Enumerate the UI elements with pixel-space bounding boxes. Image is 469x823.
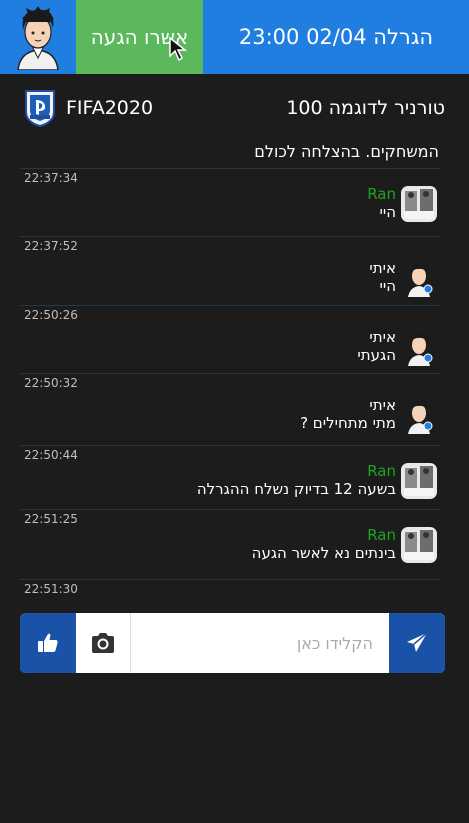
message-text: הגעתי xyxy=(357,346,396,364)
chat-message: 22:37:52 איתי היי xyxy=(20,236,440,305)
message-time: 22:51:25 xyxy=(24,512,78,526)
tournament-header: FIFA2020 טורניר לדוגמה 100 xyxy=(0,86,469,130)
tournament-title: טורניר לדוגמה 100 xyxy=(286,97,445,119)
mouse-cursor-icon xyxy=(169,36,188,62)
message-time: 22:37:52 xyxy=(24,239,78,253)
message-composer xyxy=(20,613,445,673)
message-time: 22:50:26 xyxy=(24,308,78,322)
top-bar: אשרו הגעה הגרלה 02/04 23:00 xyxy=(0,0,469,74)
message-text: היי xyxy=(379,277,396,295)
admin-avatar xyxy=(401,186,437,222)
confirm-arrival-button[interactable]: אשרו הגעה xyxy=(76,0,203,74)
chat-message: 22:51:25 Ran בינתים נא לאשר הגעה xyxy=(20,509,440,579)
message-time: 22:51:30 xyxy=(24,582,78,596)
draw-info-label: הגרלה 02/04 23:00 xyxy=(238,25,434,49)
chat-message: 22:50:26 איתי הגעתי xyxy=(20,305,440,373)
message-time: 22:50:32 xyxy=(24,376,78,390)
user-avatar-small xyxy=(408,332,433,366)
message-text: בינתים נא לאשר הגעה xyxy=(251,544,396,562)
message-author: איתי xyxy=(369,259,396,277)
message-author: איתי xyxy=(369,328,396,346)
like-button[interactable] xyxy=(20,613,76,673)
camera-icon xyxy=(92,633,114,653)
message-text: בשעה 12 בדיוק נשלח ההגרלה xyxy=(196,480,396,498)
admin-avatar xyxy=(401,463,437,499)
message-input[interactable] xyxy=(131,613,389,673)
user-avatar-small xyxy=(408,400,433,434)
chat-message: 22:37:34 Ran היי xyxy=(20,168,440,236)
message-time: 22:50:44 xyxy=(24,448,78,462)
message-time: 22:37:34 xyxy=(24,171,78,185)
send-icon xyxy=(407,632,428,652)
message-author: איתי xyxy=(369,396,396,414)
message-text: מתי מתחילים ? xyxy=(300,414,396,432)
chat-message: 22:50:32 איתי מתי מתחילים ? xyxy=(20,373,440,445)
draw-info-button[interactable]: הגרלה 02/04 23:00 xyxy=(203,0,469,74)
message-author: Ran xyxy=(367,526,396,544)
game-info: FIFA2020 xyxy=(20,88,153,128)
admin-avatar xyxy=(401,527,437,563)
welcome-text: המשחקים. בהצלחה לכולם xyxy=(254,142,439,161)
user-avatar[interactable] xyxy=(0,0,76,74)
chat-message: 22:51:30 xyxy=(20,579,440,601)
thumbs-up-icon xyxy=(38,633,58,652)
send-button[interactable] xyxy=(389,613,445,673)
chat-message: 22:50:44 Ran בשעה 12 בדיוק נשלח ההגרלה xyxy=(20,445,440,509)
avatar-icon xyxy=(17,6,59,70)
message-author: Ran xyxy=(367,185,396,203)
message-author: Ran xyxy=(367,462,396,480)
game-name: FIFA2020 xyxy=(66,97,154,119)
game-league-logo-icon xyxy=(25,90,55,128)
chat-list[interactable]: 22:37:34 Ran היי 22:37:52 איתי היי 22:50… xyxy=(20,168,440,601)
user-avatar-small xyxy=(408,263,433,297)
message-text: היי xyxy=(379,203,396,221)
camera-button[interactable] xyxy=(76,613,131,673)
